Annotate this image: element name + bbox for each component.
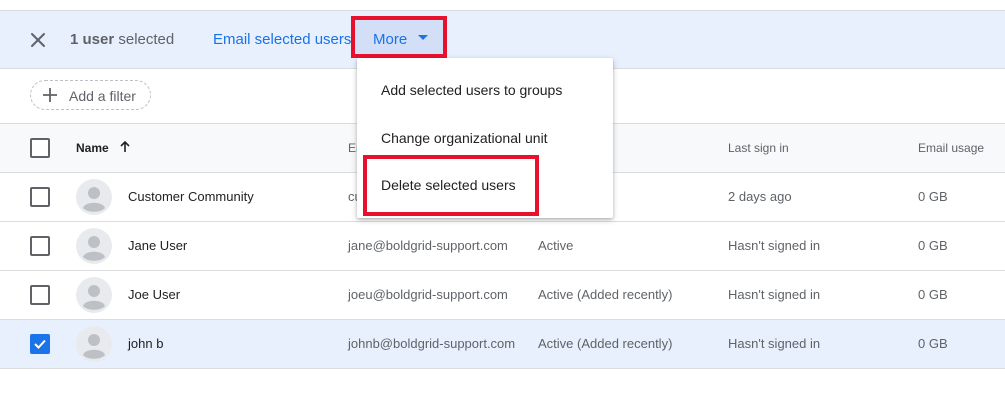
selected-count-label: 1 user selected [70,31,175,48]
user-last-sign-in: Hasn't signed in [728,336,821,351]
checkmark-icon [34,339,46,349]
header-email-usage[interactable]: Email usage [918,141,984,155]
user-email-usage: 0 GB [918,287,948,302]
user-email: johnb@boldgrid-support.com [348,336,516,351]
caret-down-icon [418,35,428,40]
email-selected-users-button[interactable]: Email selected users [213,31,351,48]
user-status: Active (Added recently) [538,336,673,351]
avatar-icon [76,326,112,362]
add-filter-button[interactable]: Add a filter [30,80,151,110]
sort-up-arrow-icon[interactable] [118,140,132,154]
avatar-icon [76,179,112,215]
table-row[interactable]: john b johnb@boldgrid-support.com Active… [0,320,1005,369]
user-name[interactable]: john b [128,336,163,351]
more-dropdown-menu: Add selected users to groups Change orga… [357,58,613,218]
select-all-checkbox[interactable] [30,138,50,158]
more-button[interactable]: More [351,16,447,58]
user-status: Active (Added recently) [538,287,673,302]
add-filter-label: Add a filter [69,88,136,104]
header-name[interactable]: Name [76,141,109,155]
table-row[interactable]: Joe User joeu@boldgrid-support.com Activ… [0,271,1005,320]
row-checkbox[interactable] [30,285,50,305]
more-button-label: More [373,31,408,48]
menu-item-change-org-unit[interactable]: Change organizational unit [357,115,613,163]
user-email: jane@boldgrid-support.com [348,238,508,253]
row-checkbox[interactable] [30,187,50,207]
user-name[interactable]: Jane User [128,238,187,253]
user-last-sign-in: Hasn't signed in [728,287,821,302]
user-last-sign-in: Hasn't signed in [728,238,821,253]
user-name[interactable]: Customer Community [128,189,254,204]
row-checkbox[interactable] [30,236,50,256]
user-email-usage: 0 GB [918,336,948,351]
user-email-usage: 0 GB [918,238,948,253]
avatar-icon [76,277,112,313]
user-last-sign-in: 2 days ago [728,189,792,204]
table-row[interactable]: Jane User jane@boldgrid-support.com Acti… [0,222,1005,271]
avatar-icon [76,228,112,264]
user-status: Active [538,238,574,253]
header-last-sign-in[interactable]: Last sign in [728,141,789,155]
user-email: joeu@boldgrid-support.com [348,287,508,302]
row-checkbox-checked[interactable] [30,334,50,354]
close-icon[interactable] [26,28,50,52]
menu-item-add-to-groups[interactable]: Add selected users to groups [357,67,613,115]
user-name[interactable]: Joe User [128,287,180,302]
user-email-usage: 0 GB [918,189,948,204]
plus-icon [43,88,57,102]
menu-item-delete-selected-users[interactable]: Delete selected users [357,163,613,211]
